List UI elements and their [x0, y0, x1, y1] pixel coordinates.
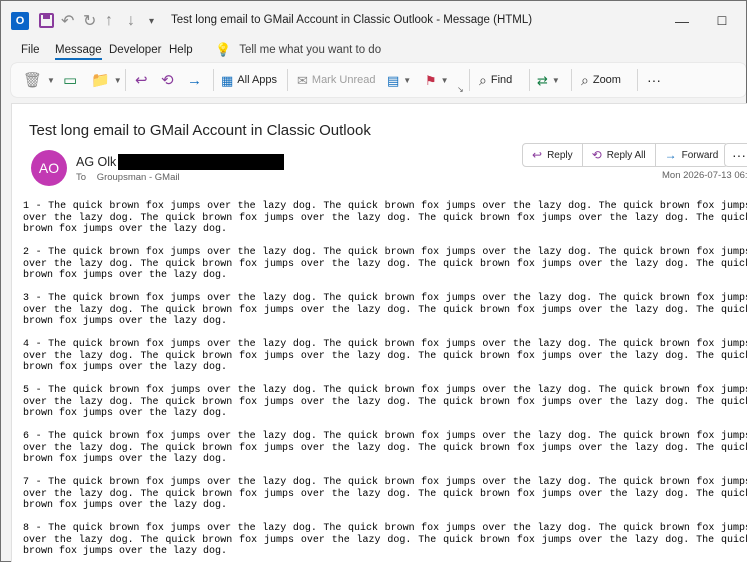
- archive-button[interactable]: ▭: [63, 70, 77, 90]
- chevron-down-icon: ▼: [47, 75, 55, 85]
- ribbon-divider: [125, 69, 126, 91]
- customize-qat-icon[interactable]: ▾: [149, 12, 154, 30]
- ribbon-divider: [213, 69, 214, 91]
- find-button[interactable]: ⌕ Find: [479, 70, 512, 90]
- reply-all-icon: ⟲: [161, 71, 174, 89]
- to-label: To: [76, 172, 87, 183]
- message-subject: Test long email to GMail Account in Clas…: [29, 122, 371, 139]
- title-bar: O ↶ ↻ ↑ ↓ ▾ Test long email to GMail Acc…: [1, 1, 746, 41]
- window-title: Test long email to GMail Account in Clas…: [171, 14, 533, 26]
- chevron-down-icon: ▼: [113, 75, 122, 85]
- recipient-line: To Groupsman - GMail: [76, 172, 180, 183]
- reply-icon: ↩: [135, 71, 148, 89]
- search-icon: ⌕: [479, 72, 487, 88]
- arrow-down-icon[interactable]: ↓: [127, 12, 135, 30]
- more-options-icon[interactable]: ···: [647, 70, 661, 90]
- categorize-button[interactable]: ▤ ▼: [387, 70, 411, 90]
- body-paragraph: 3 - The quick brown fox jumps over the l…: [23, 293, 747, 327]
- tell-me-search[interactable]: 💡 Tell me what you want to do: [215, 43, 381, 56]
- ribbon-divider: [637, 69, 638, 91]
- tab-help[interactable]: Help: [169, 44, 193, 56]
- body-paragraph: 2 - The quick brown fox jumps over the l…: [23, 247, 747, 281]
- sender-name[interactable]: AG Olk: [76, 155, 116, 169]
- body-paragraph: 7 - The quick brown fox jumps over the l…: [23, 477, 747, 511]
- mark-unread-button[interactable]: ✉ Mark Unread: [297, 70, 375, 90]
- maximize-icon[interactable]: ☐: [711, 10, 733, 32]
- reply-label: Reply: [547, 149, 573, 161]
- reply-all-icon: ⟲: [591, 148, 602, 162]
- ribbon-divider: [469, 69, 470, 91]
- save-icon[interactable]: [39, 13, 54, 28]
- tab-developer[interactable]: Developer: [109, 44, 161, 56]
- reply-icon: ↩: [532, 148, 543, 162]
- forward-label: Forward: [681, 149, 719, 161]
- delete-dropdown[interactable]: ▼: [47, 70, 55, 90]
- chevron-down-icon: ▼: [551, 75, 560, 85]
- reply-all-button[interactable]: ⟲: [161, 70, 174, 90]
- body-paragraph: 8 - The quick brown fox jumps over the l…: [23, 523, 747, 557]
- move-button[interactable]: 📁 ▼: [91, 70, 122, 90]
- tell-me-text: Tell me what you want to do: [239, 43, 382, 56]
- lightbulb-icon: 💡: [215, 42, 232, 57]
- all-apps-button[interactable]: ▦ All Apps: [221, 70, 277, 90]
- undo-icon[interactable]: ↶: [61, 12, 74, 30]
- tab-file[interactable]: File: [21, 44, 40, 56]
- translate-icon: ⇄: [537, 72, 548, 88]
- apps-grid-icon: ▦: [221, 72, 234, 88]
- delete-button[interactable]: 🗑: [23, 70, 42, 90]
- ribbon-toolbar: 🗑 ▼ ▭ 📁 ▼ ↩ ⟲ → ▦ All Apps ✉ Mark Unread: [11, 63, 746, 97]
- chevron-down-icon: ▼: [403, 75, 412, 85]
- all-apps-label: All Apps: [237, 74, 278, 86]
- group-launcher-icon[interactable]: ↘: [457, 79, 464, 99]
- message-body: 1 - The quick brown fox jumps over the l…: [23, 201, 747, 562]
- redacted-sender-address: [118, 154, 285, 170]
- ribbon-divider: [529, 69, 530, 91]
- move-to-folder-icon: 📁: [91, 71, 110, 89]
- zoom-icon: ⌕: [581, 72, 589, 88]
- avatar[interactable]: AO: [31, 150, 67, 186]
- forward-action-button[interactable]: → Forward: [656, 144, 728, 166]
- reading-pane: Test long email to GMail Account in Clas…: [11, 103, 747, 562]
- body-paragraph: 5 - The quick brown fox jumps over the l…: [23, 385, 747, 419]
- mark-unread-label: Mark Unread: [311, 74, 376, 86]
- translate-button[interactable]: ⇄ ▼: [537, 70, 560, 90]
- sender-line: AG Olk: [76, 154, 285, 170]
- redo-icon[interactable]: ↻: [83, 12, 96, 30]
- outlook-app-icon[interactable]: O: [11, 12, 29, 30]
- zoom-label: Zoom: [592, 74, 621, 86]
- outlook-message-window: O ↶ ↻ ↑ ↓ ▾ Test long email to GMail Acc…: [0, 0, 747, 562]
- forward-icon: →: [664, 148, 677, 162]
- chevron-down-icon: ▼: [440, 75, 449, 85]
- find-label: Find: [490, 74, 513, 86]
- forward-icon: →: [187, 71, 202, 89]
- tab-message[interactable]: Message: [55, 44, 102, 60]
- ribbon-divider: [571, 69, 572, 91]
- archive-icon: ▭: [63, 71, 78, 89]
- ribbon-tabs: File Message Developer Help 💡 Tell me wh…: [1, 41, 746, 63]
- ribbon-divider: [287, 69, 288, 91]
- message-date: Mon 2026-07-13 06:00: [662, 170, 747, 181]
- zoom-button[interactable]: ⌕ Zoom: [581, 70, 621, 90]
- reply-button[interactable]: ↩: [135, 70, 148, 90]
- follow-up-button[interactable]: ⚑ ▼: [425, 70, 449, 90]
- body-paragraph: 4 - The quick brown fox jumps over the l…: [23, 339, 747, 373]
- arrow-up-icon[interactable]: ↑: [105, 12, 113, 30]
- reply-all-label: Reply All: [606, 149, 646, 161]
- more-actions-icon[interactable]: ···: [724, 143, 747, 167]
- reply-all-action-button[interactable]: ⟲ Reply All: [583, 144, 656, 166]
- trash-icon: 🗑: [23, 71, 43, 89]
- envelope-icon: ✉: [297, 72, 308, 88]
- body-paragraph: 1 - The quick brown fox jumps over the l…: [23, 201, 747, 235]
- message-actions: ↩ Reply ⟲ Reply All → Forward: [522, 143, 729, 167]
- flag-icon: ⚑: [425, 72, 437, 88]
- body-paragraph: 6 - The quick brown fox jumps over the l…: [23, 431, 747, 465]
- minimize-icon[interactable]: —: [671, 10, 693, 32]
- categorize-icon: ▤: [387, 72, 400, 88]
- forward-button[interactable]: →: [187, 70, 202, 90]
- to-recipient[interactable]: Groupsman - GMail: [97, 172, 180, 183]
- reply-action-button[interactable]: ↩ Reply: [523, 144, 583, 166]
